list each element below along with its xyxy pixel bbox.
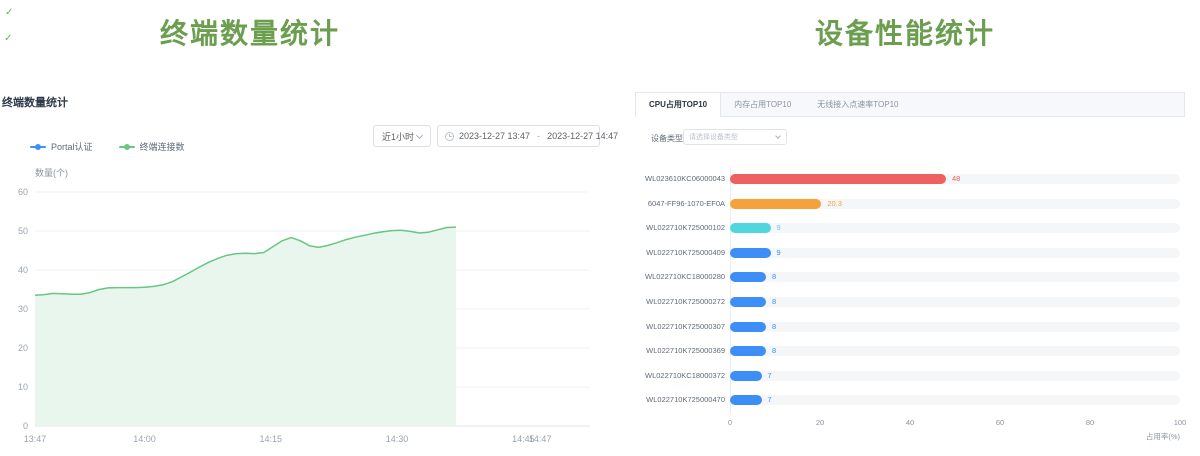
device-name-label: 6047-FF96-1070-EF0A (645, 192, 725, 216)
device-performance-title: 设备性能统计 (620, 12, 1190, 52)
dashboard: ✓ ✓ 终端数量统计 终端数量统计 近1小时 2023-12-27 13:47 … (0, 0, 1200, 456)
bar-track (730, 371, 1180, 381)
tab-2[interactable]: 无线接入点速率TOP10 (804, 93, 911, 116)
x-tick-label: 80 (1075, 418, 1105, 427)
device-name-label: WL022710KC18000280 (645, 265, 725, 289)
time-range-value: 近1小时 (374, 130, 417, 143)
time-range-select[interactable]: 近1小时 (373, 125, 431, 147)
bar-row-0: WL023610KC06000043 48 (645, 167, 1190, 191)
x-tick-label: 40 (895, 418, 925, 427)
chevron-down-icon (775, 133, 781, 139)
chart-legend: Portal认证 终端连接数 (30, 140, 185, 153)
bar-track (730, 248, 1180, 258)
device-name-label: WL022710K725000272 (645, 290, 725, 314)
date-range-separator: - (537, 131, 540, 141)
bar-track (730, 272, 1180, 282)
bar-value-label: 7 (768, 364, 772, 388)
bar (730, 346, 766, 356)
y-tick-label: 0 (23, 421, 28, 431)
tab-1[interactable]: 内存占用TOP10 (721, 93, 804, 116)
bar-value-label: 8 (772, 315, 776, 339)
x-tick-label: 14:00 (133, 434, 156, 444)
bar (730, 248, 771, 258)
y-tick-label: 30 (18, 304, 28, 314)
bar-row-2: WL022710K725000102 9 (645, 216, 1190, 240)
bar-track (730, 297, 1180, 307)
date-range-start: 2023-12-27 13:47 (459, 131, 530, 141)
bar (730, 297, 766, 307)
bar-row-6: WL022710K725000307 8 (645, 315, 1190, 339)
series-area-terminal-connections (35, 227, 456, 426)
x-axis-name: 占用率(%) (1080, 431, 1180, 442)
bar (730, 371, 762, 381)
x-tick-label: 13:47 (24, 434, 47, 444)
bar-track (730, 346, 1180, 356)
device-name-label: WL023610KC06000043 (645, 167, 725, 191)
bar (730, 395, 762, 405)
y-tick-label: 10 (18, 382, 28, 392)
cpu-top10-bar-chart: WL023610KC06000043 48 6047-FF96-1070-EF0A 2… (645, 167, 1190, 447)
device-name-label: WL022710K725000307 (645, 315, 725, 339)
bar (730, 199, 821, 209)
bar (730, 223, 771, 233)
bar-track (730, 223, 1180, 233)
y-tick-label: 50 (18, 226, 28, 236)
date-range-picker[interactable]: 2023-12-27 13:47 - 2023-12-27 14:47 (437, 125, 600, 147)
bar-value-label: 8 (772, 265, 776, 289)
device-type-placeholder: 请选择设备类型 (684, 132, 776, 142)
x-tick-label: 14:15 (259, 434, 282, 444)
device-performance-panel: 设备性能统计 CPU占用TOP10内存占用TOP10无线接入点速率TOP10 设… (620, 0, 1200, 456)
device-name-label: WL022710K725000102 (645, 216, 725, 240)
y-axis-name: 数量(个) (35, 167, 68, 178)
x-tick-label: 60 (985, 418, 1015, 427)
x-tick-label: 14:30 (386, 434, 409, 444)
device-name-label: WL022710K725000369 (645, 339, 725, 363)
chevron-down-icon (416, 131, 423, 138)
bar-value-label: 48 (952, 167, 960, 191)
bar-track (730, 322, 1180, 332)
y-tick-label: 60 (18, 187, 28, 197)
device-type-label: 设备类型 (651, 133, 683, 144)
y-tick-label: 20 (18, 343, 28, 353)
device-type-select[interactable]: 请选择设备类型 (683, 129, 787, 145)
legend-marker-icon (30, 144, 46, 150)
legend-label: 终端连接数 (140, 140, 185, 153)
terminal-count-title: 终端数量统计 (0, 12, 500, 52)
legend-item-0[interactable]: Portal认证 (30, 140, 93, 153)
device-name-label: WL022710K725000470 (645, 388, 725, 412)
tab-0[interactable]: CPU占用TOP10 (636, 93, 721, 117)
y-tick-label: 40 (18, 265, 28, 275)
bar-row-4: WL022710KC18000280 8 (645, 265, 1190, 289)
bar-row-5: WL022710K725000272 8 (645, 290, 1190, 314)
bar-value-label: 9 (777, 216, 781, 240)
device-name-label: WL022710K725000409 (645, 241, 725, 265)
bar (730, 174, 946, 184)
date-range-end: 2023-12-27 14:47 (547, 131, 618, 141)
bar-row-9: WL022710K725000470 7 (645, 388, 1190, 412)
bar-value-label: 8 (772, 339, 776, 363)
x-tick-label: 0 (715, 418, 745, 427)
device-name-label: WL022710KC18000372 (645, 364, 725, 388)
legend-marker-icon (119, 144, 135, 150)
x-tick-label: 20 (805, 418, 835, 427)
bar-row-8: WL022710KC18000372 7 (645, 364, 1190, 388)
x-tick-label: 100 (1165, 418, 1195, 427)
bar-value-label: 9 (777, 241, 781, 265)
bar-value-label: 20.3 (827, 192, 842, 216)
bar-row-7: WL022710K725000369 8 (645, 339, 1190, 363)
legend-label: Portal认证 (51, 140, 93, 153)
bar-row-1: 6047-FF96-1070-EF0A 20.3 (645, 192, 1190, 216)
legend-item-1[interactable]: 终端连接数 (119, 140, 185, 153)
clock-icon (445, 132, 454, 141)
bar (730, 272, 766, 282)
terminal-count-section-title: 终端数量统计 (2, 94, 68, 110)
bar (730, 322, 766, 332)
terminal-count-line-chart: 0 10 20 30 40 50 60 数量(个) 13:47 14:00 14:15 14:30 14… (0, 160, 620, 456)
bar-value-label: 7 (768, 388, 772, 412)
performance-tabs: CPU占用TOP10内存占用TOP10无线接入点速率TOP10 (635, 92, 1185, 117)
bar-value-label: 8 (772, 290, 776, 314)
x-tick-label: 14:47 (529, 434, 552, 444)
bar-row-3: WL022710K725000409 9 (645, 241, 1190, 265)
bar-track (730, 395, 1180, 405)
